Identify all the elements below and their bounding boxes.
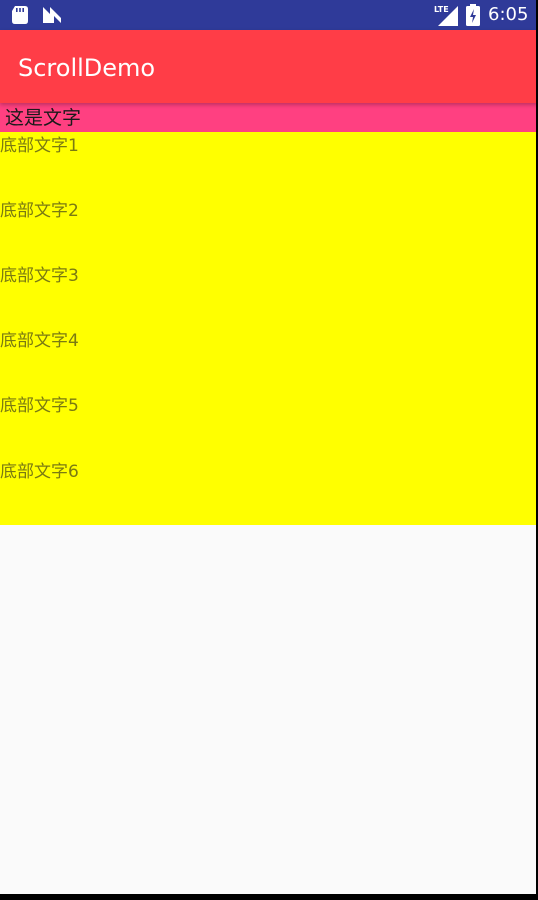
lte-signal-icon: LTE (434, 4, 458, 26)
list-item: 底部文字2 (0, 201, 79, 221)
sd-card-icon (12, 6, 28, 24)
battery-icon (466, 4, 480, 26)
list-item: 底部文字1 (0, 136, 79, 156)
status-time: 6:05 (488, 4, 529, 25)
list-item: 底部文字4 (0, 331, 79, 351)
scroll-content[interactable]: 底部文字1 底部文字2 底部文字3 底部文字4 底部文字5 底部文字6 (0, 132, 538, 525)
n-notification-icon (43, 7, 61, 23)
list-item: 底部文字5 (0, 396, 79, 416)
list-item: 底部文字6 (0, 462, 79, 482)
header-strip: 这是文字 (0, 103, 538, 132)
list-item: 底部文字3 (0, 266, 79, 286)
app-screen: LTE 6:05 ScrollDemo 这是文字 底部文字1 底部文字2 底部文… (0, 0, 538, 900)
header-text: 这是文字 (5, 107, 82, 129)
app-title: ScrollDemo (18, 54, 156, 82)
status-bar: LTE 6:05 (0, 0, 538, 30)
screen-edge-bottom (0, 894, 538, 900)
app-toolbar: ScrollDemo (0, 30, 538, 103)
lte-label: LTE (434, 5, 449, 14)
